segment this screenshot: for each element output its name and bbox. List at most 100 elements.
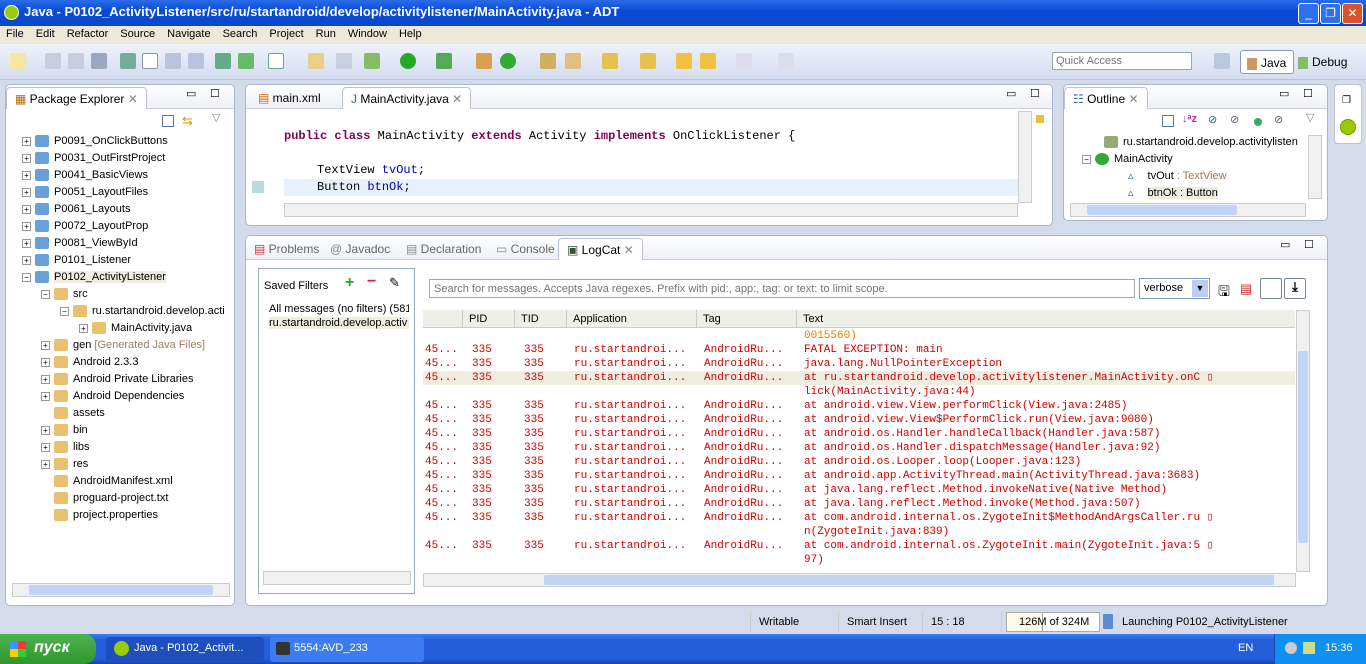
logcat-horizontal-scrollbar[interactable] [423,573,1296,587]
tree-item[interactable]: + bin [41,422,88,439]
clock[interactable]: 15:36 [1325,642,1353,654]
log-row[interactable]: 45... 335 335 ru.startandroi... AndroidRu...… [423,413,1295,427]
mark-occurrences-icon[interactable] [142,53,158,69]
show-whitespace-icon[interactable] [188,53,204,69]
log-row[interactable]: 45... 335 335 ru.startandroi... AndroidRu...… [423,455,1295,469]
tree-item[interactable]: − ru.startandroid.develop.acti [60,303,225,320]
tree-item[interactable]: + P0061_Layouts [22,201,130,218]
outline-item-class[interactable]: − MainActivity [1082,151,1173,168]
log-row[interactable]: 45... 335 335 ru.startandroi... AndroidRu...… [423,497,1295,511]
log-row[interactable]: 45... 335 335 ru.startandroi... AndroidRu...… [423,427,1295,441]
close-button[interactable]: ✕ [1342,3,1363,24]
expand-icon[interactable]: + [22,170,31,180]
logcat-vertical-scrollbar[interactable] [1296,310,1310,572]
start-button[interactable]: пуск [0,634,96,664]
minimize-icon[interactable]: ▭ [186,87,196,100]
search-icon[interactable] [565,53,581,69]
filter-item-all[interactable]: All messages (no filters) (581 [269,303,409,315]
new-package-icon[interactable] [476,53,492,69]
log-row[interactable]: n(ZygoteInit.java:839) [423,525,1295,539]
col-pid[interactable]: PID [463,310,515,328]
maximize-icon[interactable]: ☐ [1303,87,1313,100]
outline-item-package[interactable]: ru.startandroid.develop.activitylisten [1104,134,1298,151]
scroll-lock-icon[interactable]: ⤓ [1284,278,1306,299]
tree-item[interactable]: + gen [Generated Java Files] [41,337,205,354]
log-row[interactable]: 45... 335 335 ru.startandroi... AndroidRu...… [423,469,1295,483]
log-row[interactable]: 45... 335 335 ru.startandroi... AndroidRu...… [423,483,1295,497]
menu-navigate[interactable]: Navigate [167,28,210,40]
hide-static-icon[interactable]: ⊘ [1230,113,1239,126]
menu-refactor[interactable]: Refactor [67,28,109,40]
open-perspective-icon[interactable] [1214,53,1230,69]
external-tools-icon[interactable] [436,53,452,69]
editor-horizontal-scrollbar[interactable] [284,203,1018,217]
expand-icon[interactable]: + [22,255,31,265]
code-line-btnok[interactable]: Button btnOk; [317,180,411,194]
tree-item[interactable]: + P0031_OutFirstProject [22,150,165,167]
new-android-project-icon[interactable] [308,53,324,69]
tree-item[interactable]: proguard-project.txt [41,490,168,507]
save-all-icon[interactable] [68,53,84,69]
open-type-icon[interactable] [120,53,136,69]
col-level[interactable] [423,310,463,328]
open-task-icon[interactable] [540,53,556,69]
outline-item-field[interactable]: ▵ btnOk : Button [1128,185,1218,202]
collapse-icon[interactable]: − [22,272,31,282]
expand-icon[interactable]: + [22,136,31,146]
editor-vertical-scrollbar[interactable] [1018,111,1032,203]
log-row[interactable]: lick(MainActivity.java:44) [423,385,1295,399]
perspective-debug[interactable]: Debug [1298,55,1347,69]
expand-icon[interactable]: + [22,221,31,231]
status-job[interactable]: Launching P0102_ActivityListener [1122,616,1288,628]
maximize-icon[interactable]: ☐ [1304,238,1314,251]
tray-speaker-icon[interactable] [1285,642,1297,654]
tree-item[interactable]: + P0091_OnClickButtons [22,133,168,150]
expand-icon[interactable]: + [79,323,88,333]
col-text[interactable]: Text [797,310,1295,328]
menu-source[interactable]: Source [120,28,155,40]
sort-icon[interactable]: ↓ᵃz [1182,113,1197,125]
close-icon[interactable]: ✕ [1128,92,1138,106]
garbage-collect-icon[interactable] [1103,614,1113,629]
log-row[interactable]: 45... 335 335 ru.startandroi... AndroidRu...… [423,441,1295,455]
minimize-button[interactable]: _ [1298,3,1319,24]
close-icon[interactable]: ✕ [624,243,634,257]
tab-outline[interactable]: ☷ Outline ✕ [1064,87,1148,109]
code-line-class-decl[interactable]: public class MainActivity extends Activi… [284,129,795,143]
expand-icon[interactable]: + [41,442,50,452]
log-row[interactable]: 45... 335 335 ru.startandroi... AndroidRu...… [423,511,1295,525]
clear-log-icon[interactable]: ▤ [1240,281,1252,297]
tab-logcat[interactable]: ▣ LogCat ✕ [558,238,643,260]
edit-filter-icon[interactable]: ✎ [389,275,400,291]
tree-item[interactable]: + Android 2.3.3 [41,354,138,371]
collapse-icon[interactable]: − [60,306,69,316]
back-icon[interactable] [700,53,716,69]
restore-button[interactable]: ❐ [1320,3,1341,24]
outline-horizontal-scrollbar[interactable] [1070,203,1306,217]
collapse-all-icon[interactable] [162,115,174,127]
avd-manager-icon[interactable] [238,53,254,69]
menu-file[interactable]: File [6,28,24,40]
minimize-icon[interactable]: ▭ [1006,87,1016,100]
view-menu-icon[interactable]: ▽ [1306,111,1314,124]
forward-icon[interactable] [736,53,752,69]
expand-icon[interactable]: + [41,425,50,435]
log-row[interactable]: 45... 335 335 ru.startandroi... AndroidRu...… [423,399,1295,413]
log-row[interactable]: 45... 335 335 ru.startandroi... AndroidRu...… [423,357,1295,371]
android-adt-icon[interactable] [1340,119,1356,135]
expand-icon[interactable]: + [41,340,50,350]
horizontal-scrollbar[interactable] [12,583,230,597]
minimize-icon[interactable]: ▭ [1279,87,1289,100]
next-annotation-icon[interactable] [602,53,618,69]
perspective-java[interactable]: Java [1240,50,1294,74]
maximize-icon[interactable]: ☐ [210,87,220,100]
toggle-filters-icon[interactable] [1260,278,1282,299]
logcat-search-input[interactable] [429,279,1135,298]
taskbar-item-eclipse[interactable]: Java - P0102_Activit... [106,637,264,662]
filter-item-app[interactable]: ru.startandroid.develop.activ [269,317,409,329]
menu-search[interactable]: Search [223,28,258,40]
hide-local-types-icon[interactable]: ⊘ [1274,113,1283,126]
close-icon[interactable]: ✕ [452,92,462,106]
filters-horizontal-scrollbar[interactable] [263,571,411,585]
menu-project[interactable]: Project [269,28,303,40]
